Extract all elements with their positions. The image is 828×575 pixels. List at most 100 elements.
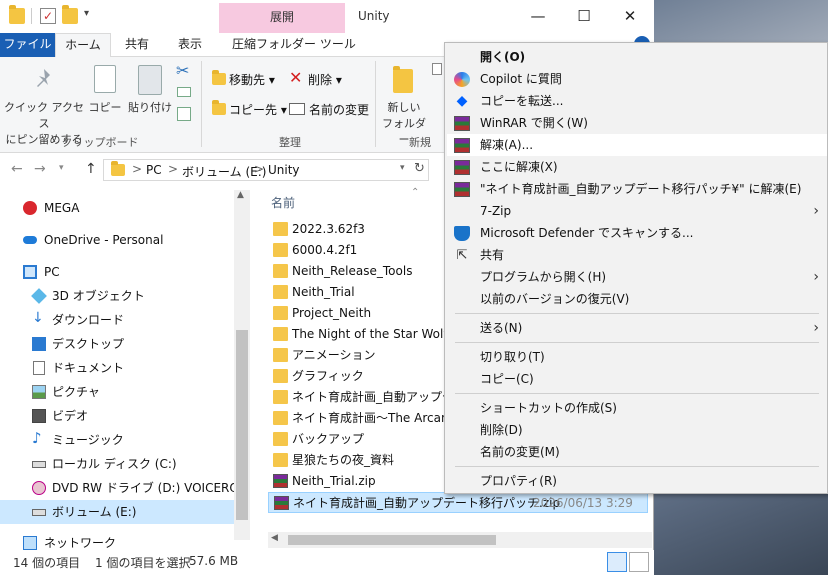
tab-file[interactable]: ファイル (0, 33, 55, 57)
nav-item-pc[interactable]: PC (0, 260, 234, 284)
menu-item-open-with-winrar[interactable]: WinRAR で開く(W) (447, 112, 827, 134)
menu-label: Copilot に質問 (480, 72, 562, 86)
horizontal-scrollbar-thumb[interactable] (288, 535, 496, 545)
move-to-button[interactable]: 移動先 ▾ (229, 71, 275, 88)
tab-home[interactable]: ホーム (55, 33, 111, 57)
delete-label: 削除 (308, 73, 333, 87)
menu-item-share[interactable]: ⇱ 共有 (447, 244, 827, 266)
menu-item-properties[interactable]: プロパティ(R) (447, 470, 827, 492)
nav-item-documents[interactable]: ドキュメント (0, 356, 234, 380)
close-button[interactable]: ✕ (607, 0, 653, 32)
column-header-name[interactable]: 名前 ⌃ (271, 187, 419, 211)
details-view-button[interactable] (607, 552, 627, 572)
new-folder-icon[interactable] (62, 5, 78, 24)
share-icon: ⇱ (456, 248, 468, 263)
customize-qat-icon[interactable]: ▾ (84, 8, 89, 19)
folder-icon[interactable] (9, 5, 25, 24)
dvd-drive-icon (32, 481, 46, 495)
nav-item-downloads[interactable]: ↓ ダウンロード (0, 308, 234, 332)
menu-item-create-shortcut[interactable]: ショートカットの作成(S) (447, 397, 827, 419)
tab-compressed-folder-tools[interactable]: 圧縮フォルダー ツール (222, 33, 366, 57)
menu-label: 削除(D) (480, 423, 523, 437)
tab-share[interactable]: 共有 (115, 33, 159, 57)
file-list-horizontal-scrollbar[interactable]: ◀ (268, 532, 652, 548)
scroll-left-icon[interactable]: ◀ (271, 533, 278, 543)
delete-button[interactable]: 削除 ▾ (308, 71, 342, 88)
menu-item-7zip[interactable]: 7-Zip › (447, 200, 827, 222)
nav-item-volume-e[interactable]: ボリューム (E:) (0, 500, 234, 524)
nav-item-music[interactable]: ♪ ミュージック (0, 428, 234, 452)
rename-button[interactable]: 名前の変更 (309, 101, 369, 118)
nav-item-local-disk-c[interactable]: ローカル ディスク (C:) (0, 452, 234, 476)
copy-to-button[interactable]: コピー先 ▾ (229, 101, 287, 118)
menu-item-delete[interactable]: 削除(D) (447, 419, 827, 441)
file-name: Neith_Trial (292, 285, 355, 299)
download-icon: ↓ (32, 310, 44, 326)
nav-scrollbar[interactable]: ▲ (234, 190, 250, 540)
up-icon[interactable]: ↑ (85, 161, 97, 177)
properties-icon[interactable]: ✓ (40, 8, 56, 24)
folder-icon (111, 161, 125, 176)
maximize-button[interactable]: ☐ (561, 0, 607, 32)
breadcrumb-unity[interactable]: Unity (268, 163, 300, 177)
copy-button[interactable]: コピー (88, 99, 122, 115)
refresh-icon[interactable]: ↻ (414, 161, 425, 176)
nav-label: デスクトップ (52, 337, 125, 351)
nav-label: ビデオ (52, 409, 89, 423)
nav-item-3d-objects[interactable]: 3D オブジェクト (0, 284, 234, 308)
menu-item-extract-here[interactable]: ここに解凍(X) (447, 156, 827, 178)
menu-item-extract-to-folder[interactable]: "ネイト育成計画_自動アップデート移行パッチ¥" に解凍(E) (447, 178, 827, 200)
minimize-button[interactable]: — (515, 0, 561, 32)
nav-item-videos[interactable]: ビデオ (0, 404, 234, 428)
back-icon[interactable]: ← (11, 161, 23, 177)
menu-label: 送る(N) (480, 321, 523, 335)
documents-icon (33, 361, 45, 375)
copy-path-icon[interactable] (177, 87, 191, 97)
menu-item-restore-previous-versions[interactable]: 以前のバージョンの復元(V) (447, 288, 827, 310)
menu-item-defender-scan[interactable]: Microsoft Defender でスキャンする... (447, 222, 827, 244)
scroll-up-icon[interactable]: ▲ (237, 190, 244, 200)
menu-item-ask-copilot[interactable]: Copilot に質問 (447, 68, 827, 90)
address-bar[interactable]: > PC > ボリューム (E:) > Unity ▾ ↻ (103, 159, 429, 181)
menu-item-open-with[interactable]: プログラムから開く(H) › (447, 266, 827, 288)
folder-icon (273, 327, 288, 341)
menu-item-dropbox-transfer[interactable]: ◆ コピーを転送... (447, 90, 827, 112)
file-row-selected[interactable]: ネイト育成計画_自動アップデート移行パッチ.zip 2026/06/13 3:2… (268, 492, 648, 513)
submenu-arrow-icon: › (813, 269, 819, 285)
menu-label: コピーを転送... (480, 94, 564, 108)
tab-view[interactable]: 表示 (168, 33, 212, 57)
file-name: ネイト育成計画_自動アップデート移行パッチ.zip (293, 496, 561, 510)
menu-item-send-to[interactable]: 送る(N) › (447, 317, 827, 339)
menu-label: 以前のバージョンの復元(V) (480, 292, 630, 306)
winrar-icon (454, 116, 470, 131)
group-clipboard-label: クリップボード (61, 136, 139, 149)
menu-item-open[interactable]: 開く(O) (447, 46, 827, 68)
nav-item-desktop[interactable]: デスクトップ (0, 332, 234, 356)
menu-item-copy[interactable]: コピー(C) (447, 368, 827, 390)
file-name: グラフィック (292, 369, 364, 383)
rename-icon (289, 103, 305, 115)
new-item-icon[interactable] (432, 63, 442, 75)
recent-locations-icon[interactable]: ▾ (59, 163, 64, 173)
context-tab-header: 展開 (219, 3, 345, 33)
paste-shortcut-icon[interactable] (177, 107, 191, 121)
address-dropdown-icon[interactable]: ▾ (400, 163, 405, 173)
menu-item-cut[interactable]: 切り取り(T) (447, 346, 827, 368)
nav-item-mega[interactable]: MEGA (0, 196, 234, 220)
menu-separator (455, 313, 819, 314)
nav-item-onedrive[interactable]: OneDrive - Personal (0, 228, 234, 252)
cut-icon[interactable]: ✂ (176, 61, 189, 80)
breadcrumb-pc[interactable]: PC (146, 163, 162, 177)
submenu-arrow-icon: › (813, 203, 819, 219)
nav-item-pictures[interactable]: ピクチャ (0, 380, 234, 404)
nav-label: OneDrive - Personal (44, 233, 164, 247)
menu-item-extract-files[interactable]: 解凍(A)... (447, 134, 827, 156)
paste-button[interactable]: 貼り付け (126, 99, 174, 115)
large-icons-view-button[interactable] (629, 552, 649, 572)
forward-icon[interactable]: → (34, 161, 46, 177)
status-bar: 14 個の項目 1 個の項目を選択 57.6 MB (0, 550, 654, 575)
menu-item-rename[interactable]: 名前の変更(M) (447, 441, 827, 463)
nav-scrollbar-thumb[interactable] (236, 330, 248, 520)
nav-item-dvd-drive-d[interactable]: DVD RW ドライブ (D:) VOICEROID2_A (0, 476, 234, 500)
breadcrumb-separator-icon: > (132, 162, 143, 176)
